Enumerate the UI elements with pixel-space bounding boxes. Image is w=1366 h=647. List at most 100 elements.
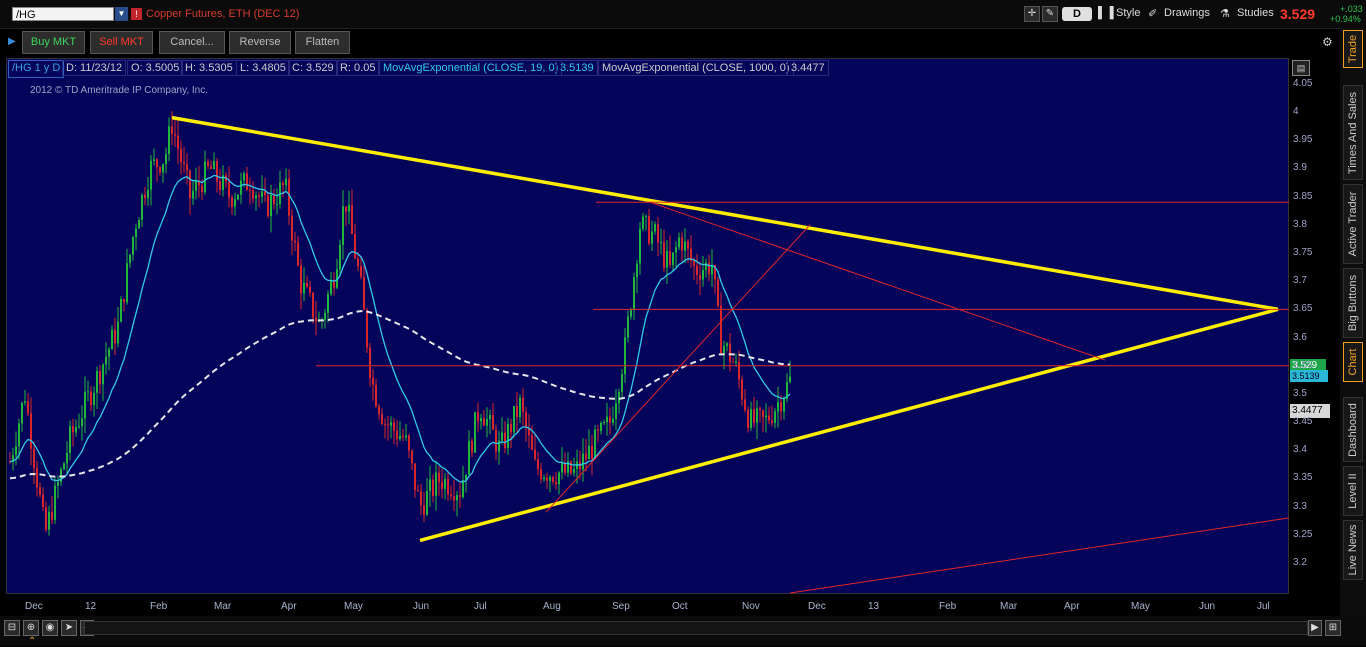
candle-body xyxy=(771,420,773,423)
candle-body xyxy=(732,362,734,364)
candle-body xyxy=(123,299,125,303)
candle-body xyxy=(645,215,647,217)
candle-body xyxy=(171,126,173,134)
candle-body xyxy=(90,391,92,406)
time-tick-label: Jun xyxy=(1199,601,1216,612)
expand-panel-icon[interactable]: ⌃ xyxy=(28,636,36,647)
candle-body xyxy=(750,409,752,428)
ema1000-value: 3.4477 xyxy=(787,60,829,76)
candle-body xyxy=(747,410,749,428)
candle-body xyxy=(267,195,269,217)
candle-body xyxy=(129,254,131,264)
time-tick-label: Apr xyxy=(281,601,297,612)
candle-body xyxy=(183,162,185,165)
candle-body xyxy=(693,260,695,266)
time-tick-label: 12 xyxy=(85,601,97,612)
candle-body xyxy=(150,160,152,190)
candle-body xyxy=(522,397,524,412)
candle-body xyxy=(393,422,395,431)
candle-body xyxy=(240,180,242,195)
candle-body xyxy=(519,397,521,418)
candle-body xyxy=(54,485,56,520)
candle-body xyxy=(540,469,542,480)
price-tick-label: 3.6 xyxy=(1293,331,1307,343)
candle-body xyxy=(165,153,167,165)
candle-body xyxy=(363,276,365,310)
candle-body xyxy=(738,361,740,380)
candle-body xyxy=(675,247,677,253)
price-chart[interactable] xyxy=(0,0,1366,646)
candle-body xyxy=(348,205,350,212)
time-tick-label: Feb xyxy=(150,601,168,612)
ema1000-legend[interactable]: MovAvgExponential (CLOSE, 1000, 0) xyxy=(598,60,794,76)
study-symbol[interactable]: /HG 1 y D xyxy=(8,60,65,78)
bar-close: C: 3.529 xyxy=(288,60,338,76)
candle-body xyxy=(231,197,233,207)
yellow-lower-trendline xyxy=(419,307,1279,543)
horizontal-scrollbar[interactable] xyxy=(84,621,1308,635)
candle-body xyxy=(663,242,665,268)
candle-body xyxy=(774,411,776,423)
scroll-right-icon[interactable]: ▶ xyxy=(1308,620,1322,636)
candle-body xyxy=(51,511,53,520)
price-tick-label: 3.85 xyxy=(1293,190,1313,202)
candle-body xyxy=(723,345,725,354)
candle-body xyxy=(324,312,326,320)
price-tick-label: 3.2 xyxy=(1293,557,1307,568)
price-tick-label: 3.4 xyxy=(1293,444,1307,456)
candle-body xyxy=(45,507,47,530)
candle-body xyxy=(87,391,89,393)
time-tick-label: Jul xyxy=(474,601,487,612)
candle-body xyxy=(285,178,287,186)
candle-body xyxy=(717,279,719,306)
candle-body xyxy=(741,379,743,400)
cursor-icon[interactable]: ➤ xyxy=(61,620,77,636)
candle-body xyxy=(420,491,422,506)
candle-body xyxy=(513,405,515,433)
time-tick-label: Oct xyxy=(672,601,688,612)
candle-body xyxy=(72,426,74,433)
time-tick-label: May xyxy=(344,601,363,612)
candle-body xyxy=(216,161,218,182)
candle-body xyxy=(153,159,155,161)
candle-body xyxy=(399,435,401,440)
candle-body xyxy=(600,422,602,431)
candle-body xyxy=(462,479,464,498)
candle-body xyxy=(531,435,533,450)
candle-body xyxy=(471,441,473,453)
candle-body xyxy=(672,252,674,265)
candle-body xyxy=(351,205,353,235)
chart-layout-icon[interactable]: ▤ xyxy=(1292,60,1310,76)
candle-body xyxy=(516,405,518,418)
candle-body xyxy=(777,402,779,412)
zoom-out-icon[interactable]: ⊟ xyxy=(4,620,20,636)
time-tick-label: Aug xyxy=(543,601,561,612)
zoom-in-icon[interactable]: ⊕ xyxy=(23,620,39,636)
price-tick-label: 3.7 xyxy=(1293,275,1307,287)
ema19-legend[interactable]: MovAvgExponential (CLOSE, 19, 0) xyxy=(379,60,563,76)
candle-body xyxy=(237,194,239,200)
time-tick-label: May xyxy=(1131,601,1150,612)
magnifier-icon[interactable]: ◉ xyxy=(42,620,58,636)
candle-body xyxy=(474,412,476,453)
time-tick-label: Mar xyxy=(1000,601,1018,612)
candle-body xyxy=(564,463,566,473)
candle-body xyxy=(696,265,698,276)
candle-body xyxy=(459,495,461,498)
candle-body xyxy=(660,242,662,244)
candle-body xyxy=(789,376,791,382)
candle-body xyxy=(639,228,641,264)
candle-body xyxy=(387,424,389,426)
expand-chart-icon[interactable]: ⊞ xyxy=(1325,620,1341,636)
candle-body xyxy=(615,403,617,419)
candle-body xyxy=(255,195,257,199)
candle-body xyxy=(117,321,119,344)
candle-body xyxy=(492,415,494,430)
candle-body xyxy=(447,478,449,495)
candle-body xyxy=(726,343,728,346)
price-tick-label: 3.8 xyxy=(1293,218,1307,230)
candle-body xyxy=(495,429,497,452)
candle-body xyxy=(708,262,710,275)
candle-body xyxy=(504,432,506,449)
candle-body xyxy=(300,265,302,294)
